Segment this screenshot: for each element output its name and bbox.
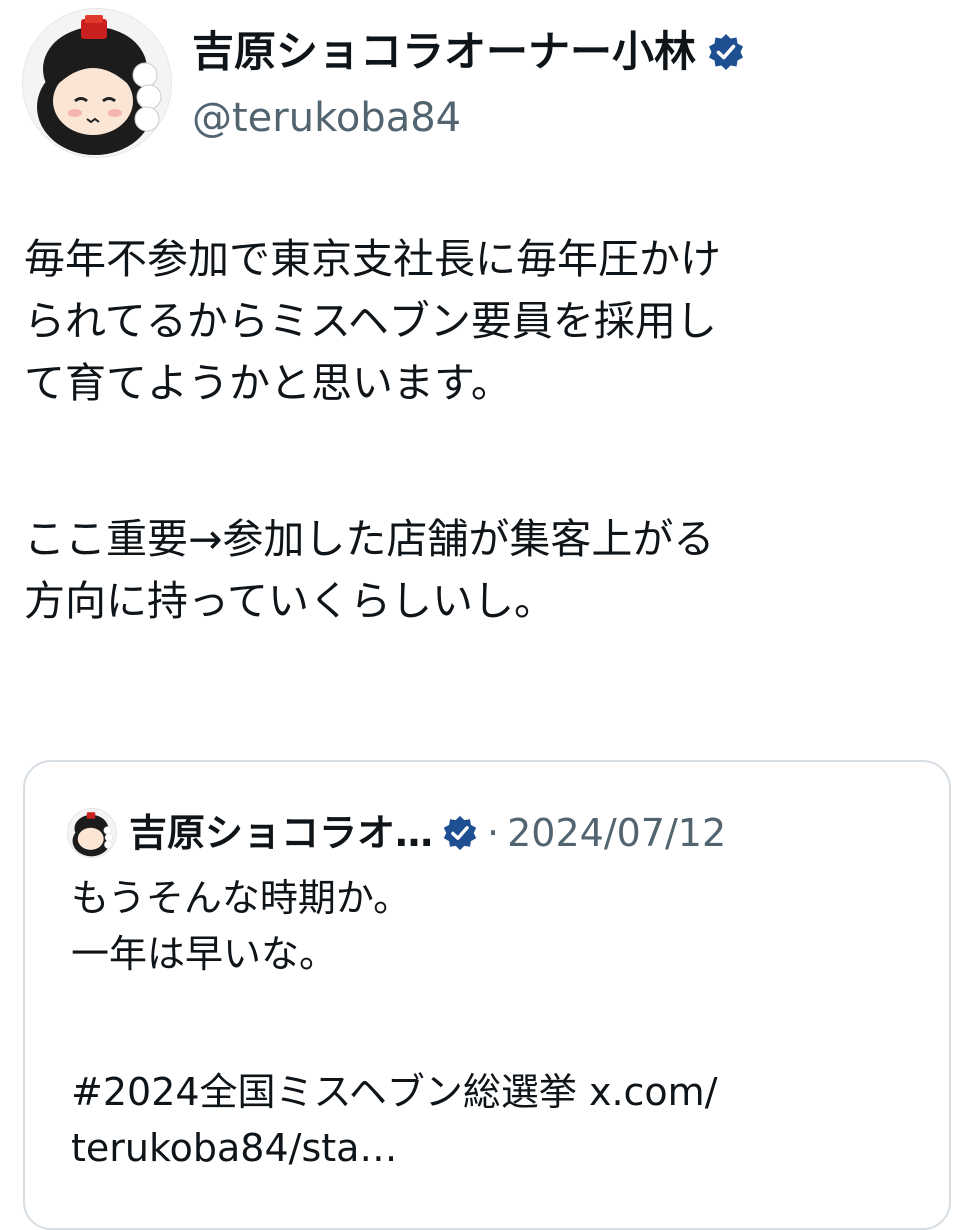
verified-badge-icon [706, 32, 746, 72]
tweet-line: られてるからミスヘブン要員を採用し [24, 297, 717, 345]
meta-separator: · [487, 811, 500, 855]
author-handle[interactable]: @terukoba84 [192, 94, 461, 142]
author-name-row: 吉原ショコラオーナー小林 [192, 26, 746, 78]
tweet-line: ここ重要→参加した店舗が集客上がる [24, 515, 715, 563]
quoted-avatar [67, 808, 117, 858]
tweet-line: 方向に持っていくらしいし。 [24, 577, 555, 625]
quoted-date: 2024/07/12 [507, 811, 727, 855]
quoted-tweet-header: 吉原ショコラオ… · 2024/07/12 [67, 808, 726, 858]
avatar[interactable] [22, 8, 172, 158]
quoted-line: もうそんな時期か。 [71, 876, 412, 920]
tweet-header: 吉原ショコラオーナー小林 @terukoba84 [22, 8, 962, 158]
tweet-line: て育てようかと思います。 [24, 359, 512, 407]
quoted-tweet-text: もうそんな時期か。 一年は早いな。 #2024全国ミスヘブン総選挙 x.com/… [71, 870, 931, 1176]
quoted-line: terukoba84/sta… [71, 1126, 398, 1170]
quoted-display-name: 吉原ショコラオ… [129, 811, 434, 855]
tweet-text: 毎年不参加で東京支社長に毎年圧かけ られてるからミスヘブン要員を採用し て育てよ… [24, 228, 954, 632]
quoted-line: 一年は早いな。 [71, 932, 338, 976]
avatar-image [23, 9, 171, 157]
author-display-name[interactable]: 吉原ショコラオーナー小林 [192, 26, 696, 78]
quoted-tweet-card[interactable]: 吉原ショコラオ… · 2024/07/12 もうそんな時期か。 一年は早いな。 … [23, 760, 951, 1230]
tweet-line: 毎年不参加で東京支社長に毎年圧かけ [24, 235, 721, 283]
verified-badge-icon [441, 814, 479, 852]
quoted-line: #2024全国ミスヘブン総選挙 x.com/ [71, 1070, 718, 1114]
